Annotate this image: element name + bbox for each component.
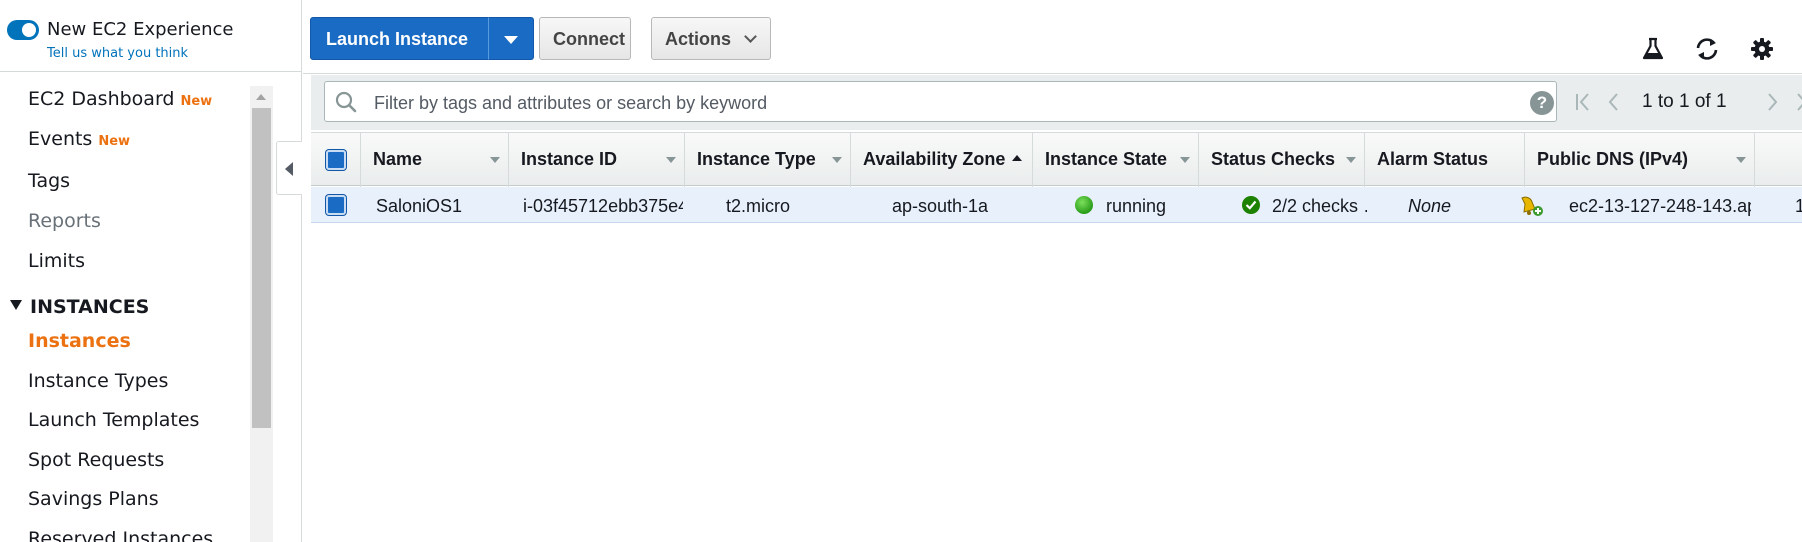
column-header-overflow[interactable] — [1755, 133, 1802, 187]
sort-icon — [490, 157, 500, 163]
sidebar-item-label: Events — [28, 128, 93, 150]
sort-ascending-icon — [1012, 155, 1022, 161]
new-experience-toggle[interactable] — [7, 20, 39, 40]
search-input[interactable]: Filter by tags and attributes or search … — [324, 81, 1557, 122]
chevron-left-icon — [285, 162, 293, 176]
sidebar-item-savings-plans[interactable]: Savings Plans — [28, 488, 159, 510]
sidebar-item-reports[interactable]: Reports — [28, 210, 101, 232]
column-label: Instance State — [1045, 149, 1168, 169]
refresh-icon[interactable] — [1694, 36, 1720, 62]
help-icon[interactable]: ? — [1530, 91, 1554, 115]
connect-button[interactable]: Connect — [539, 17, 631, 60]
pagination-text: 1 to 1 of 1 — [1642, 91, 1727, 112]
sidebar: New EC2 Experience Tell us what you thin… — [0, 0, 302, 542]
column-header-public-dns[interactable]: Public DNS (IPv4) — [1525, 133, 1755, 187]
column-header-name[interactable]: Name — [361, 133, 509, 187]
cell-name: SaloniOS1 — [376, 196, 463, 216]
column-header-status-checks[interactable]: Status Checks — [1199, 133, 1365, 187]
cell-overflow: 1 — [1795, 196, 1802, 216]
column-label: Instance Type — [697, 149, 816, 169]
sidebar-item-events[interactable]: Events New — [28, 128, 130, 150]
scroll-up-icon[interactable] — [256, 94, 266, 100]
launch-instance-label: Launch Instance — [326, 29, 469, 49]
sidebar-nav: EC2 Dashboard New Events New Tags Reports … — [0, 86, 250, 542]
new-experience-title: New EC2 Experience — [47, 19, 234, 40]
sidebar-item-launch-templates[interactable]: Launch Templates — [28, 409, 199, 431]
collapse-sidebar-button[interactable] — [276, 141, 302, 195]
scrollbar-thumb[interactable] — [252, 108, 271, 428]
column-label: Alarm Status — [1377, 149, 1489, 169]
new-badge: New — [98, 134, 131, 149]
cell-instance-id: i-03f45712ebb375e4a — [523, 196, 683, 216]
sort-icon — [1736, 157, 1746, 163]
pagination: 1 to 1 of 1 — [1571, 89, 1802, 119]
search-placeholder: Filter by tags and attributes or search … — [374, 93, 768, 113]
search-icon — [335, 91, 357, 113]
sidebar-item-instance-types[interactable]: Instance Types — [28, 370, 168, 392]
filter-bar: Filter by tags and attributes or search … — [311, 75, 1802, 130]
row-checkbox[interactable] — [326, 195, 346, 215]
column-header-availability-zone[interactable]: Availability Zone — [851, 133, 1033, 187]
column-header-instance-state[interactable]: Instance State — [1033, 133, 1199, 187]
actions-button[interactable]: Actions — [651, 17, 771, 60]
connect-label: Connect — [553, 29, 625, 49]
last-page-icon[interactable] — [1791, 89, 1802, 115]
column-header-alarm-status[interactable]: Alarm Status — [1365, 133, 1525, 187]
check-circle-icon — [1242, 196, 1260, 214]
cell-availability-zone: ap-south-1a — [892, 196, 989, 216]
cell-status-checks[interactable]: 2/2 checks … — [1272, 196, 1367, 217]
column-header-instance-type[interactable]: Instance Type — [685, 133, 851, 187]
flask-icon[interactable] — [1640, 36, 1666, 62]
launch-instance-button[interactable]: Launch Instance — [310, 17, 492, 60]
sort-icon — [1180, 157, 1190, 163]
feedback-link[interactable]: Tell us what you think — [47, 46, 188, 61]
column-label: Instance ID — [521, 149, 618, 169]
toolbar: Launch Instance Connect Actions — [303, 0, 1802, 74]
sidebar-item-spot-requests[interactable]: Spot Requests — [28, 449, 164, 471]
chevron-down-icon — [744, 30, 757, 43]
add-alarm-icon[interactable] — [1518, 192, 1544, 218]
sidebar-section-instances[interactable]: INSTANCES — [10, 296, 149, 318]
collapse-triangle-icon — [10, 300, 22, 310]
sidebar-item-tags[interactable]: Tags — [28, 170, 70, 192]
column-label: Status Checks — [1211, 149, 1336, 169]
section-label: INSTANCES — [30, 296, 150, 318]
table-row[interactable]: SaloniOS1 i-03f45712ebb375e4a t2.micro a… — [311, 187, 1802, 223]
sidebar-item-limits[interactable]: Limits — [28, 250, 85, 272]
sidebar-item-label: EC2 Dashboard — [28, 88, 175, 110]
cell-public-dns: ec2-13-127-248-143.ap… — [1569, 196, 1751, 216]
prev-page-icon[interactable] — [1603, 89, 1625, 115]
select-all-checkbox[interactable] — [326, 150, 346, 170]
sort-icon — [666, 157, 676, 163]
column-header-instance-id[interactable]: Instance ID — [509, 133, 685, 187]
sidebar-item-reserved-instances[interactable]: Reserved Instances — [28, 528, 213, 542]
cell-alarm-status: None — [1408, 196, 1452, 216]
cell-instance-state: running — [1106, 196, 1167, 216]
instances-table: Name Instance ID Instance Type Availabil… — [311, 132, 1802, 542]
sidebar-item-instances[interactable]: Instances — [28, 330, 131, 352]
column-label: Name — [373, 149, 423, 169]
next-page-icon[interactable] — [1761, 89, 1783, 115]
new-experience-box: New EC2 Experience Tell us what you thin… — [0, 0, 302, 72]
cell-instance-type: t2.micro — [726, 196, 791, 216]
sidebar-scrollbar[interactable] — [250, 86, 273, 542]
running-status-icon — [1075, 196, 1093, 214]
column-label: Public DNS (IPv4) — [1537, 149, 1689, 169]
new-badge: New — [180, 94, 213, 109]
sort-icon — [832, 157, 842, 163]
first-page-icon[interactable] — [1573, 89, 1595, 115]
sidebar-item-ec2-dashboard[interactable]: EC2 Dashboard New — [28, 88, 212, 110]
launch-instance-dropdown[interactable] — [488, 17, 534, 60]
select-all-column — [311, 133, 361, 187]
sort-icon — [1346, 157, 1356, 163]
column-label: Availability Zone — [863, 149, 1006, 169]
table-header: Name Instance ID Instance Type Availabil… — [311, 132, 1802, 187]
gear-icon[interactable] — [1749, 36, 1775, 62]
actions-label: Actions — [665, 29, 732, 49]
